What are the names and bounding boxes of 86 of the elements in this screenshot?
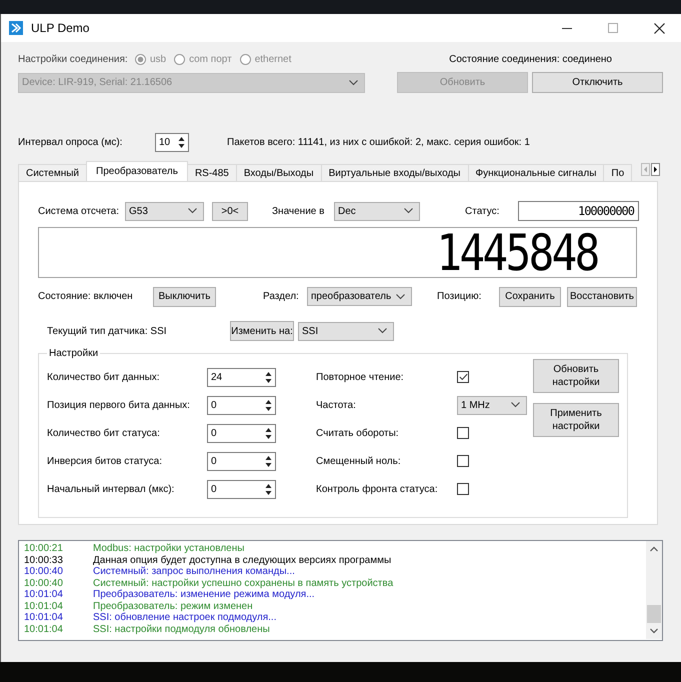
log-message: Системный: настройки успешно сохранены в память устройства bbox=[93, 578, 394, 589]
log-time: 10:01:04 bbox=[24, 600, 64, 612]
label: Система отсчета: bbox=[38, 206, 120, 216]
spin-box[interactable]: 0 bbox=[207, 424, 276, 442]
spin-arrows-icon bbox=[264, 370, 273, 384]
log-time: 10:00:21 bbox=[24, 543, 64, 554]
log-time: 10:00:40 bbox=[24, 578, 64, 589]
label: Количество бит статуса: bbox=[47, 428, 160, 438]
dropdown[interactable]: 1 MHz bbox=[457, 396, 527, 414]
button[interactable]: Применить настройки bbox=[533, 403, 619, 437]
caret-icon bbox=[396, 294, 405, 300]
caret-icon bbox=[378, 328, 387, 334]
label: Позицию: bbox=[437, 291, 482, 302]
caret-icon bbox=[188, 208, 197, 214]
spin-arrows-icon bbox=[264, 398, 273, 412]
label: Состояние: включен bbox=[38, 291, 134, 302]
maximize-icon bbox=[608, 23, 618, 33]
label: Раздел: bbox=[263, 291, 300, 302]
log-message: Данная опция будет доступна в следующих версиях программы bbox=[93, 554, 392, 566]
log-message: SSI: настройки подмодуля обновлены bbox=[93, 624, 270, 635]
status-field: 100000000 bbox=[518, 201, 639, 221]
connection-status: Состояние соединения: соединено bbox=[449, 54, 612, 64]
spin-arrows-icon bbox=[264, 482, 273, 496]
dropdown[interactable]: преобразователь bbox=[307, 287, 412, 306]
checkbox[interactable] bbox=[457, 427, 469, 439]
checkbox[interactable] bbox=[457, 371, 469, 383]
log-message: Системный: запрос выполнения команды... bbox=[93, 566, 295, 578]
spin-box[interactable]: 0 bbox=[207, 452, 276, 470]
label: Считать обороты: bbox=[316, 428, 399, 438]
dropdown[interactable]: SSI bbox=[298, 322, 394, 340]
tab[interactable]: По bbox=[603, 164, 632, 181]
tab[interactable]: Функциональные сигналы bbox=[468, 164, 604, 181]
label: Позиция первого бита данных: bbox=[47, 400, 190, 410]
log-message: SSI: обновление настроек подмодуля... bbox=[93, 612, 276, 624]
log-time: 10:01:04 bbox=[24, 624, 64, 635]
scroll-left-icon bbox=[641, 163, 650, 176]
spin-arrows-icon bbox=[177, 135, 186, 150]
label: Количество бит данных: bbox=[47, 372, 160, 382]
log-message: Преобразователь: режим изменен bbox=[93, 600, 253, 612]
dropdown[interactable]: Dec bbox=[334, 202, 420, 220]
caret-icon bbox=[349, 80, 358, 86]
packet-stats: Пакетов всего: 11141, из них с ошибкой: 2, макс. серия ошибок: 1 bbox=[227, 137, 530, 148]
spin-arrows-icon bbox=[264, 454, 273, 468]
label: Начальный интервал (мкс): bbox=[47, 484, 174, 494]
group-title: Настройки bbox=[48, 348, 100, 359]
close-icon bbox=[654, 22, 665, 34]
spin-box[interactable]: 24 bbox=[207, 368, 276, 386]
scroll-right-icon bbox=[651, 163, 660, 176]
tab[interactable]: Преобразователь bbox=[86, 161, 188, 181]
log-time: 10:01:04 bbox=[24, 589, 64, 600]
button[interactable]: Выключить bbox=[153, 286, 216, 306]
window-title: ULP Demo bbox=[31, 21, 90, 35]
log-message: Modbus: настройки установлены bbox=[93, 543, 244, 554]
tab[interactable]: Системный bbox=[18, 164, 88, 181]
log-time: 10:00:40 bbox=[24, 566, 64, 578]
sensor-type: Текущий тип датчика: SSI bbox=[47, 326, 168, 336]
log-time: 10:01:04 bbox=[24, 612, 64, 624]
label: Интервал опроса (мс): bbox=[18, 137, 124, 148]
button[interactable]: Восстановить bbox=[567, 286, 637, 306]
checkbox[interactable] bbox=[457, 455, 469, 467]
button[interactable]: Изменить на: bbox=[230, 321, 294, 341]
spin-arrows-icon bbox=[264, 426, 273, 440]
caret-icon bbox=[404, 208, 413, 214]
button[interactable]: >0< bbox=[212, 202, 248, 220]
display-value: 1445848 bbox=[436, 228, 598, 276]
log-message: Преобразователь: изменение режима модуля... bbox=[93, 589, 315, 600]
app-icon bbox=[9, 21, 23, 35]
log-time: 10:00:33 bbox=[24, 554, 64, 566]
label: Настройки соединения: bbox=[18, 54, 129, 64]
spin-box[interactable]: 10 bbox=[155, 133, 189, 152]
label: Статус: bbox=[465, 206, 500, 216]
label: Значение в bbox=[272, 206, 326, 216]
caret-icon bbox=[511, 402, 520, 408]
checkbox[interactable] bbox=[457, 483, 469, 495]
tab[interactable]: Виртуальные входы/выходы bbox=[320, 164, 468, 181]
spin-box[interactable]: 0 bbox=[207, 396, 276, 414]
button[interactable]: Сохранить bbox=[499, 286, 561, 306]
tab[interactable]: Входы/Выходы bbox=[236, 164, 322, 181]
label: Частота: bbox=[316, 400, 356, 410]
label: Смещенный ноль: bbox=[316, 456, 401, 466]
label: Контроль фронта статуса: bbox=[316, 484, 438, 494]
spin-box[interactable]: 0 bbox=[207, 480, 276, 498]
dropdown[interactable]: G53 bbox=[125, 202, 204, 220]
label: Повторное чтение: bbox=[316, 372, 404, 382]
button[interactable]: Обновить настройки bbox=[533, 359, 619, 393]
label: Инверсия битов статуса: bbox=[47, 456, 162, 466]
